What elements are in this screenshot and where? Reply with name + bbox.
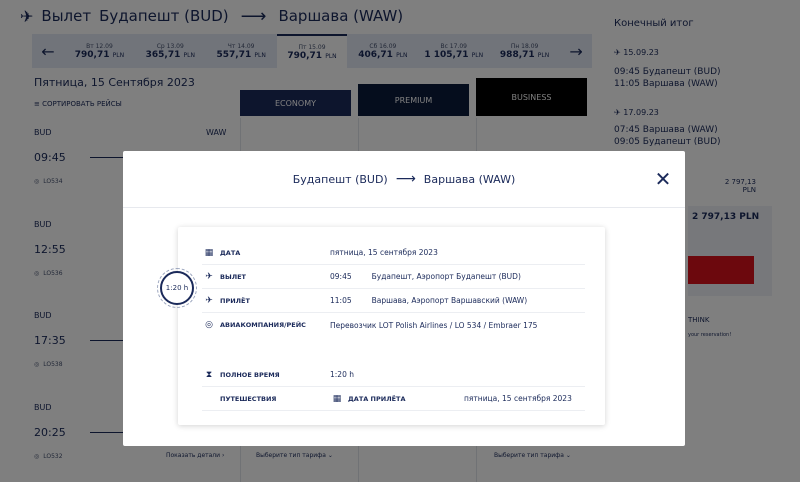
detail-label: ДАТА ПРИЛЁТА — [348, 394, 406, 403]
modal-header: Будапешт (BUD) ⟶ Варшава (WAW) — [123, 151, 685, 208]
detail-row-date: ▦ ДАТА пятница, 15 сентября 2023 — [202, 241, 585, 265]
modal-route-to: Варшава (WAW) — [423, 172, 516, 186]
detail-row-departure: ✈ ВЫЛЕТ 09:45 Будапешт, Аэропорт Будапеш… — [202, 265, 585, 289]
calendar-icon: ▦ — [332, 393, 342, 404]
detail-value: пятница, 15 сентября 2023 — [464, 394, 572, 403]
detail-value: 1:20 h — [330, 370, 354, 379]
airline-logo-icon: ◎ — [205, 320, 213, 330]
close-icon[interactable]: ✕ — [653, 167, 673, 191]
detail-label: ДАТА — [220, 248, 241, 257]
detail-value: Варшава, Аэропорт Варшавский (WAW) — [371, 296, 528, 305]
detail-label: АВИАКОМПАНИЯ/РЕЙС — [220, 321, 306, 329]
calendar-icon: ▦ — [204, 247, 214, 258]
arrow-right-icon: ⟶ — [395, 171, 416, 187]
detail-label: ВЫЛЕТ — [220, 272, 246, 281]
detail-row-airline: ◎ АВИАКОМПАНИЯ/РЕЙС Перевозчик LOT Polis… — [202, 313, 585, 337]
detail-value: Перевозчик LOT Polish Airlines / LO 534 … — [330, 320, 538, 330]
landing-icon: ✈ — [205, 295, 213, 306]
hourglass-icon: ⧗ — [205, 369, 213, 380]
detail-value: 11:05 — [330, 296, 352, 305]
detail-value: Будапешт, Аэропорт Будапешт (BUD) — [371, 272, 521, 281]
modal-route-from: Будапешт (BUD) — [292, 172, 388, 186]
detail-label: ПРИЛЁТ — [220, 296, 250, 305]
detail-value: 09:45 — [330, 272, 352, 281]
detail-row-arrival: ✈ ПРИЛЁТ 11:05 Варшава, Аэропорт Варшавс… — [202, 289, 585, 313]
detail-row-total-time: ⧗ ПОЛНОЕ ВРЕМЯ 1:20 h — [202, 363, 585, 387]
flight-details-modal: Будапешт (BUD) ⟶ Варшава (WAW) ✕ 1:20 h … — [123, 151, 685, 446]
detail-label: ПОЛНОЕ ВРЕМЯ — [220, 370, 280, 379]
detail-row-trip: ПУТЕШЕСТВИЯ ▦ ДАТА ПРИЛЁТА пятница, 15 с… — [202, 387, 585, 411]
clock-duration-badge: 1:20 h — [157, 268, 197, 308]
flight-detail-card: 1:20 h ▦ ДАТА пятница, 15 сентября 2023 … — [157, 227, 605, 425]
takeoff-icon: ✈ — [205, 271, 213, 282]
detail-value: пятница, 15 сентября 2023 — [330, 248, 438, 257]
detail-label: ПУТЕШЕСТВИЯ — [220, 394, 277, 403]
